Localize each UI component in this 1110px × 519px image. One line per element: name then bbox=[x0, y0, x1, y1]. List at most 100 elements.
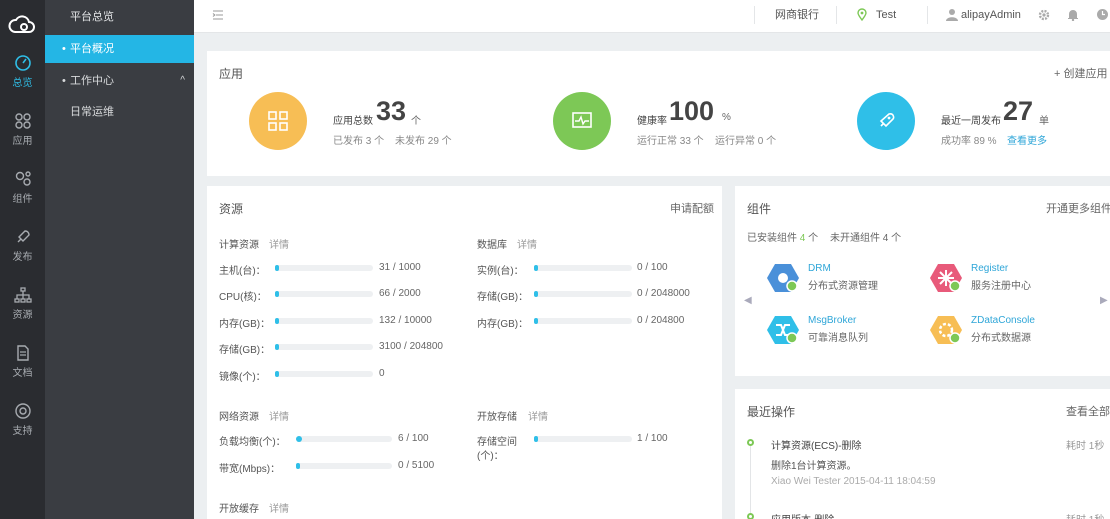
progress-fill bbox=[275, 291, 279, 297]
component-name[interactable]: Register bbox=[971, 263, 1008, 274]
user-menu[interactable]: alipayAdmin bbox=[961, 0, 1021, 33]
app-count-badge bbox=[249, 92, 307, 150]
component-desc: 分布式资源管理 bbox=[808, 281, 878, 292]
resource-label: 存储空间 bbox=[477, 437, 517, 448]
env-switch[interactable]: Test bbox=[876, 0, 896, 33]
component-desc: 服务注册中心 bbox=[971, 281, 1031, 292]
network-detail-link[interactable]: 详情 bbox=[269, 408, 289, 423]
rocket-icon bbox=[17, 230, 30, 243]
rail-item-components[interactable]: 组件 bbox=[0, 170, 45, 220]
rail-item-label: 应用 bbox=[12, 136, 33, 147]
apply-quota-link[interactable]: 申请配额 bbox=[670, 200, 714, 216]
location-pin-icon bbox=[857, 8, 867, 21]
menu-toggle-icon[interactable] bbox=[212, 9, 224, 21]
create-app-button[interactable]: + 创建应用 bbox=[1054, 65, 1107, 81]
op-desc: 删除1台计算资源。 bbox=[771, 461, 857, 472]
rail-item-release[interactable]: 发布 bbox=[0, 228, 45, 278]
divider bbox=[927, 6, 928, 24]
heartbeat-monitor-icon bbox=[572, 112, 592, 128]
compute-detail-link[interactable]: 详情 bbox=[269, 236, 289, 251]
progress-bar bbox=[275, 344, 373, 350]
rail-item-support[interactable]: 支持 bbox=[0, 402, 45, 452]
rail-item-label: 发布 bbox=[12, 252, 33, 263]
stat-sub: 已发布 3 个 bbox=[333, 136, 385, 147]
gear-icon[interactable] bbox=[1038, 9, 1050, 21]
rail-item-apps[interactable]: 应用 bbox=[0, 112, 45, 162]
storage-section-title: 开放存储 bbox=[477, 412, 517, 423]
lifebuoy-icon bbox=[14, 403, 31, 419]
resource-value: 66 / 2000 bbox=[379, 288, 421, 299]
not-open-components: 未开通组件 4 个 bbox=[830, 233, 902, 244]
progress-fill bbox=[275, 371, 279, 377]
storage-detail-link[interactable]: 详情 bbox=[528, 408, 548, 423]
component-name[interactable]: ZDataConsole bbox=[971, 315, 1035, 326]
component-name[interactable]: MsgBroker bbox=[808, 315, 856, 326]
rail-item-label: 文档 bbox=[12, 368, 33, 379]
op-meta: Xiao Wei Tester 2015-04-11 18:04:59 bbox=[771, 476, 936, 487]
apps-icon bbox=[14, 113, 31, 129]
progress-bar bbox=[275, 318, 373, 324]
health-badge bbox=[553, 92, 611, 150]
cache-detail-link[interactable]: 详情 bbox=[269, 500, 289, 515]
progress-fill bbox=[296, 463, 300, 469]
recent-ops-title: 最近操作 bbox=[747, 405, 796, 419]
progress-fill bbox=[534, 291, 538, 297]
resource-value: 0 / 2048000 bbox=[637, 288, 690, 299]
nav-item-work-center[interactable]: • 工作中心 ^ bbox=[45, 67, 194, 95]
network-section-title: 网络资源 bbox=[219, 412, 259, 423]
view-more-releases-link[interactable]: 查看更多 bbox=[1007, 132, 1047, 147]
view-all-ops-link[interactable]: 查看全部 bbox=[1066, 403, 1110, 419]
apps-card-title: 应用 bbox=[219, 67, 244, 81]
cloud-gear-logo-icon bbox=[8, 15, 35, 33]
progress-fill bbox=[275, 344, 279, 350]
op-duration: 耗时 1秒 bbox=[1066, 511, 1104, 519]
sitemap-icon bbox=[13, 287, 32, 303]
resource-label: 主机(台)： bbox=[219, 266, 266, 277]
database-section-title: 数据库 bbox=[477, 240, 507, 251]
op-title: 计算资源(ECS)-删除 bbox=[771, 441, 862, 452]
rail-item-overview[interactable]: 总览 bbox=[0, 54, 45, 104]
release-badge bbox=[857, 92, 915, 150]
progress-bar bbox=[275, 265, 373, 271]
dashboard-icon bbox=[14, 55, 31, 71]
divider bbox=[754, 6, 755, 24]
nav-item-daily-ops[interactable]: 日常运维 bbox=[45, 98, 194, 126]
stat-value: 27 bbox=[1003, 96, 1034, 126]
resource-value: 0 / 100 bbox=[637, 262, 668, 273]
bank-switch[interactable]: 网商银行 bbox=[775, 0, 819, 33]
rocket-icon bbox=[879, 113, 895, 128]
clock-icon[interactable] bbox=[1096, 8, 1109, 21]
carousel-prev-icon[interactable]: ◀ bbox=[744, 295, 752, 306]
rail-item-resources[interactable]: 资源 bbox=[0, 286, 45, 336]
nav-item-platform-overview[interactable]: • 平台概况 bbox=[45, 35, 194, 63]
installed-prefix: 已安装组件 bbox=[747, 233, 797, 244]
divider bbox=[836, 6, 837, 24]
resource-value: 6 / 100 bbox=[398, 433, 429, 444]
progress-fill bbox=[275, 318, 279, 324]
nav-item-label: 平台概况 bbox=[70, 43, 114, 55]
rail-item-label: 支持 bbox=[12, 426, 33, 437]
resource-label: 存储(GB)： bbox=[477, 292, 529, 303]
resource-label-cont: (个)： bbox=[477, 451, 504, 462]
drm-component-icon bbox=[767, 264, 799, 292]
op-title: 应用版本-删除 bbox=[771, 511, 834, 519]
carousel-next-icon[interactable]: ▶ bbox=[1100, 295, 1108, 306]
register-component-icon bbox=[930, 264, 962, 292]
rail-item-label: 资源 bbox=[12, 310, 33, 321]
nav-bullet: • bbox=[62, 43, 66, 55]
progress-fill bbox=[534, 265, 538, 271]
components-card-title: 组件 bbox=[747, 202, 772, 216]
stat-unit: 个 bbox=[411, 116, 421, 127]
resource-label: 存储(GB)： bbox=[219, 345, 271, 356]
open-more-components-link[interactable]: 开通更多组件 bbox=[1046, 200, 1110, 216]
apps-card: 应用 + 创建应用 应用总数 33 个 已发布 3 个 未发布 29 个 健康率… bbox=[207, 51, 1110, 176]
nav-title: 平台总览 bbox=[70, 11, 114, 23]
chevron-up-icon[interactable]: ^ bbox=[180, 67, 185, 95]
rail-item-docs[interactable]: 文档 bbox=[0, 344, 45, 394]
bell-icon[interactable] bbox=[1067, 8, 1079, 21]
resource-label: 负载均衡(个)： bbox=[219, 437, 286, 448]
component-name[interactable]: DRM bbox=[808, 263, 831, 274]
compute-section-title: 计算资源 bbox=[219, 240, 259, 251]
database-detail-link[interactable]: 详情 bbox=[517, 236, 537, 251]
progress-bar bbox=[534, 265, 632, 271]
